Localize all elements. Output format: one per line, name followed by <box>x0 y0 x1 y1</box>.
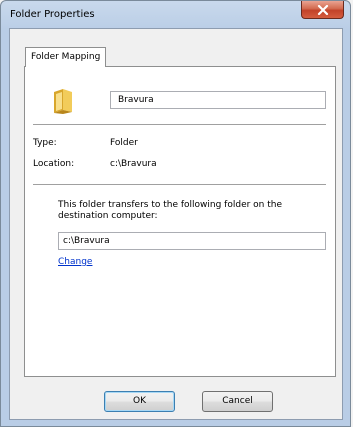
location-value: c:\Bravura <box>110 159 157 169</box>
destination-path-field[interactable]: c:\Bravura <box>58 232 326 250</box>
title-bar[interactable]: Folder Properties <box>1 1 350 28</box>
type-label: Type: <box>33 138 57 148</box>
ok-button[interactable]: OK <box>104 391 175 412</box>
type-value: Folder <box>110 138 138 148</box>
folder-icon <box>54 89 72 114</box>
close-button[interactable] <box>301 1 344 19</box>
folder-name-field[interactable]: Bravura <box>110 91 326 109</box>
change-link[interactable]: Change <box>58 257 92 267</box>
divider <box>33 124 326 125</box>
location-label: Location: <box>33 159 75 169</box>
destination-description: This folder transfers to the following f… <box>58 200 283 221</box>
cancel-button[interactable]: Cancel <box>202 391 273 412</box>
divider <box>33 184 326 185</box>
close-icon <box>317 5 329 15</box>
tab-folder-mapping[interactable]: Folder Mapping <box>25 47 107 67</box>
window-title: Folder Properties <box>10 9 95 20</box>
